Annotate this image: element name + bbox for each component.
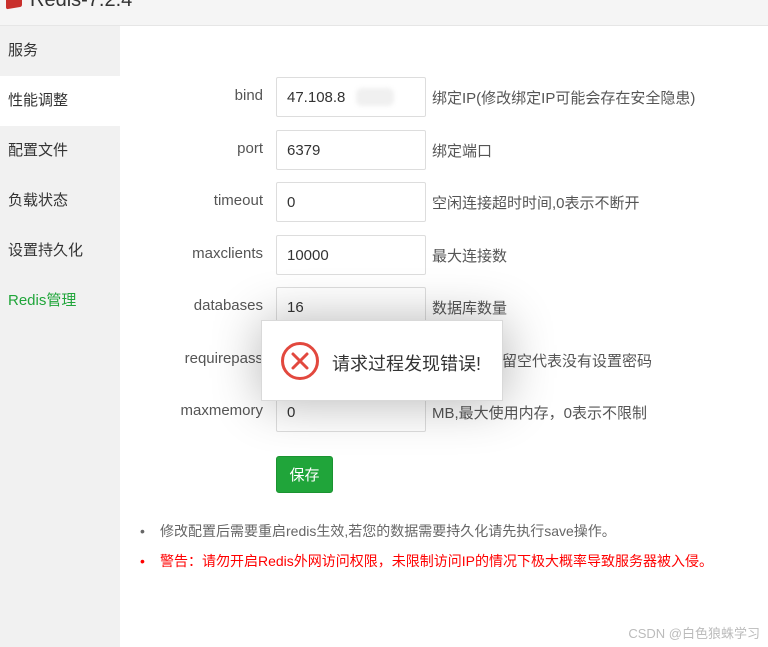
timeout-hint: 空闲连接超时时间,0表示不断开 xyxy=(432,195,640,212)
requirepass-label: requirepass xyxy=(184,350,263,367)
sidebar-item-load-status[interactable]: 负载状态 xyxy=(0,176,120,226)
save-button[interactable]: 保存 xyxy=(276,456,333,493)
notes-list: • 修改配置后需要重启redis生效,若您的数据需要持久化请先执行save操作。… xyxy=(140,516,760,576)
warning-note-text: 警告：请勿开启Redis外网访问权限，未限制访问IP的情况下极大概率导致服务器被… xyxy=(160,553,714,569)
bullet-icon: • xyxy=(140,553,145,569)
warning-note: • 警告：请勿开启Redis外网访问权限，未限制访问IP的情况下极大概率导致服务… xyxy=(140,546,760,576)
maxmemory-label: maxmemory xyxy=(180,402,263,419)
databases-label: databases xyxy=(193,297,263,314)
error-message: 请求过程发现错误! xyxy=(332,354,482,374)
timeout-label: timeout xyxy=(213,192,263,209)
maxclients-input[interactable] xyxy=(276,235,426,275)
maxclients-hint: 最大连接数 xyxy=(432,248,508,265)
info-note-text: 修改配置后需要重启redis生效,若您的数据需要持久化请先执行save操作。 xyxy=(160,523,616,539)
port-input[interactable] xyxy=(276,130,426,170)
error-circle-icon xyxy=(281,342,319,380)
sidebar-item-redis-manage[interactable]: Redis管理 xyxy=(0,276,120,326)
info-note: • 修改配置后需要重启redis生效,若您的数据需要持久化请先执行save操作。 xyxy=(140,516,760,546)
title-bar: Redis-7.2.4 xyxy=(0,0,768,26)
bind-input[interactable] xyxy=(276,77,426,117)
bind-hint: 绑定IP(修改绑定IP可能会存在安全隐患) xyxy=(432,90,696,107)
app-title: Redis-7.2.4 xyxy=(30,0,133,11)
maxclients-label: maxclients xyxy=(192,245,263,262)
bind-label: bind xyxy=(234,87,263,104)
databases-hint: 数据库数量 xyxy=(432,300,508,317)
timeout-input[interactable] xyxy=(276,182,426,222)
error-toast: 请求过程发现错误! xyxy=(261,320,503,401)
port-label: port xyxy=(237,140,263,157)
sidebar-item-config-file[interactable]: 配置文件 xyxy=(0,126,120,176)
sidebar-item-performance[interactable]: 性能调整 xyxy=(0,76,120,126)
sidebar-item-service[interactable]: 服务 xyxy=(0,26,120,76)
bullet-icon: • xyxy=(140,523,145,539)
requirepass-hint: 留空代表没有设置密码 xyxy=(502,353,653,370)
sidebar-item-persistence[interactable]: 设置持久化 xyxy=(0,226,120,276)
watermark: CSDN @白色狼蛛学习 xyxy=(628,626,760,641)
redacted-blur xyxy=(356,88,394,106)
redis-logo-icon xyxy=(6,0,22,10)
maxmemory-hint: MB,最大使用内存，0表示不限制 xyxy=(432,405,648,422)
sidebar: 服务 性能调整 配置文件 负载状态 设置持久化 Redis管理 xyxy=(0,26,120,647)
port-hint: 绑定端口 xyxy=(432,143,493,160)
